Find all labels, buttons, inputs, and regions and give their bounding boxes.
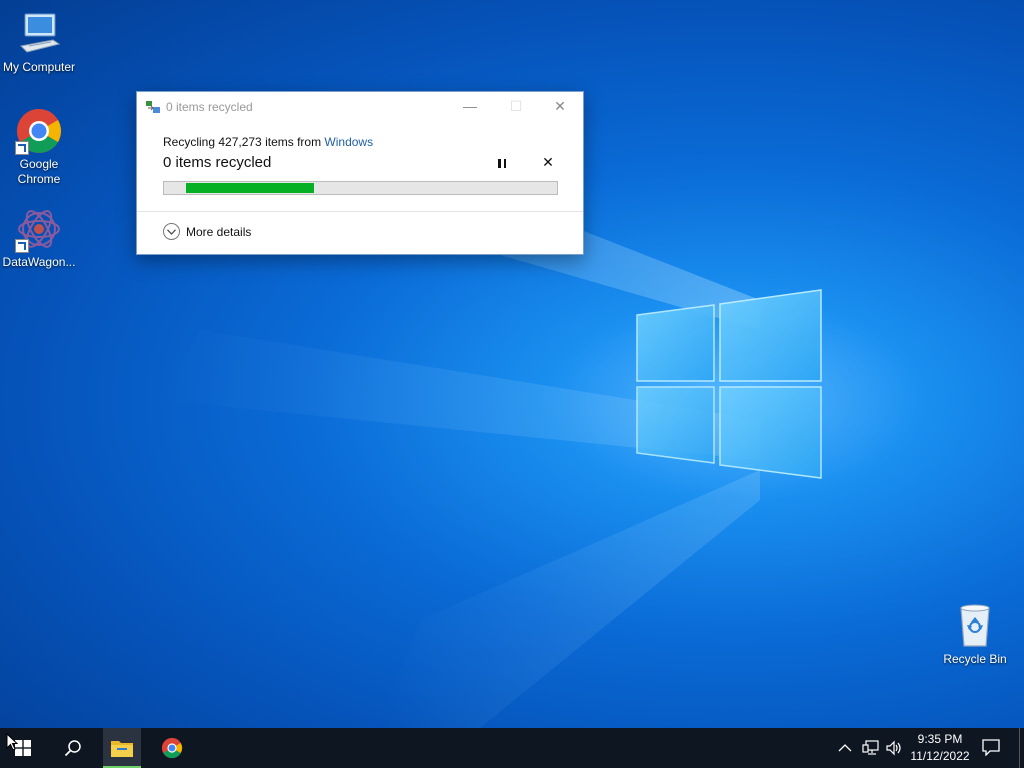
- dialog-titlebar[interactable]: 0 items recycled — ☐ ✕: [137, 92, 583, 120]
- file-explorer-icon: [111, 741, 133, 757]
- recycle-bin-icon: [951, 602, 999, 650]
- chrome-icon: [15, 107, 63, 155]
- desktop-icon-label: My Computer: [2, 60, 76, 74]
- clock-time: 9:35 PM: [917, 732, 963, 746]
- mouse-cursor-icon: [6, 733, 18, 751]
- desktop-icon-recycle-bin[interactable]: Recycle Bin: [936, 602, 1014, 667]
- dialog-divider: [137, 211, 583, 212]
- taskbar-chrome[interactable]: [152, 728, 192, 768]
- taskbar-clock[interactable]: 9:35 PM 11/12/2022: [905, 731, 975, 765]
- file-operation-icon: [146, 101, 160, 113]
- pause-icon-bar: [498, 159, 501, 168]
- dialog-title: 0 items recycled: [166, 100, 253, 114]
- show-hidden-icons-button[interactable]: [838, 728, 852, 768]
- chevron-down-icon: [163, 223, 180, 240]
- recycling-prefix: Recycling 427,273 items from: [163, 135, 325, 149]
- pause-icon-bar: [503, 159, 506, 168]
- recycle-progress-dialog: 0 items recycled — ☐ ✕ Recycling 427,273…: [136, 91, 584, 255]
- desktop-icon-my-computer[interactable]: My Computer: [0, 10, 78, 75]
- volume-button[interactable]: [885, 728, 903, 768]
- close-button[interactable]: ✕: [537, 92, 583, 120]
- progress-bar-fill: [186, 183, 314, 193]
- shortcut-arrow-icon: [15, 239, 29, 253]
- recycling-source-text: Recycling 427,273 items from Windows: [163, 135, 373, 149]
- desktop-icon-google-chrome[interactable]: Google Chrome: [0, 107, 78, 187]
- taskbar: 9:35 PM 11/12/2022: [0, 728, 1024, 768]
- search-icon: [64, 740, 81, 757]
- cancel-button[interactable]: ✕: [541, 155, 555, 169]
- action-center-button[interactable]: [982, 738, 1000, 757]
- maximize-button[interactable]: ☐: [493, 92, 539, 120]
- clock-date: 11/12/2022: [910, 749, 970, 763]
- chrome-icon: [161, 737, 183, 759]
- network-icon: [862, 740, 879, 755]
- desktop-icon-label: Google Chrome: [17, 157, 61, 186]
- source-folder-link[interactable]: Windows: [324, 135, 373, 149]
- more-details-label: More details: [186, 224, 252, 239]
- desktop-icon-label: DataWagon...: [2, 255, 76, 269]
- pause-button[interactable]: [495, 157, 509, 171]
- computer-icon: [15, 10, 63, 58]
- volume-icon: [886, 740, 901, 756]
- windows-wallpaper-logo: [636, 289, 822, 479]
- taskbar-file-explorer[interactable]: [103, 728, 141, 768]
- minimize-button[interactable]: —: [447, 92, 493, 120]
- progress-bar: [163, 181, 558, 195]
- network-button[interactable]: [862, 728, 880, 768]
- shortcut-arrow-icon: [15, 141, 29, 155]
- desktop-icon-label: Recycle Bin: [943, 652, 1007, 666]
- show-desktop-button[interactable]: [1019, 728, 1024, 768]
- datawagon-icon: [15, 205, 63, 253]
- desktop-icon-datawagon[interactable]: DataWagon...: [0, 205, 78, 270]
- notification-icon: [982, 739, 1000, 757]
- more-details-toggle[interactable]: More details: [163, 223, 251, 240]
- recycle-status-text: 0 items recycled: [163, 154, 272, 171]
- chevron-up-icon: [838, 744, 852, 752]
- search-button[interactable]: [50, 728, 96, 768]
